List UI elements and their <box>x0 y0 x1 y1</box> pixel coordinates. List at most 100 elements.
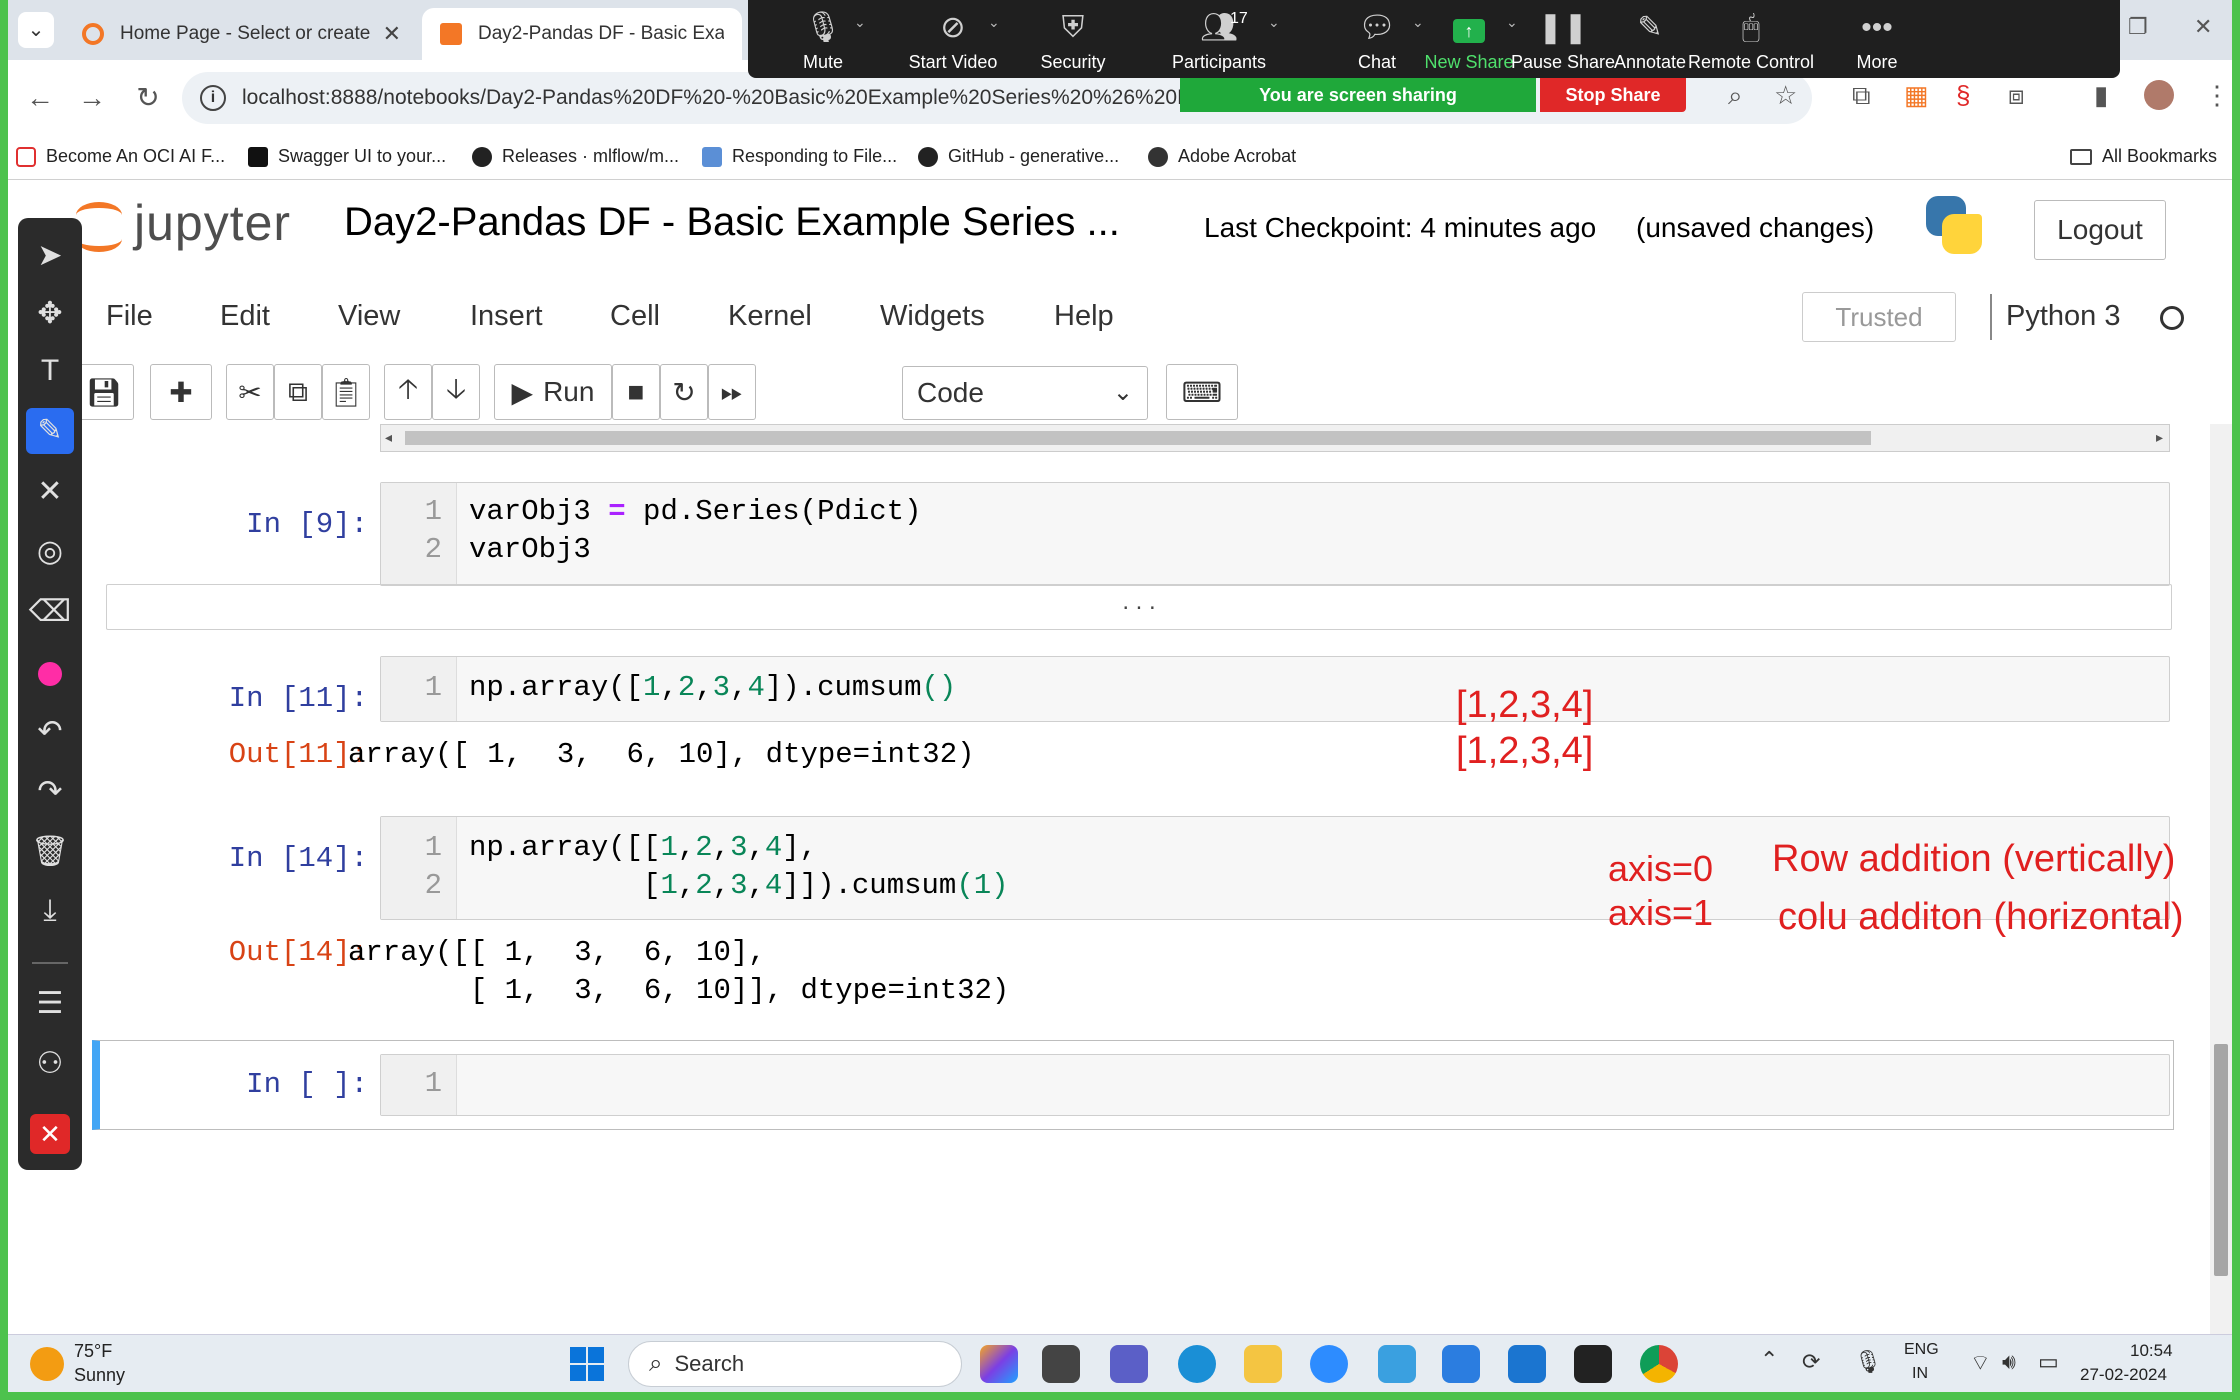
notebook-title[interactable]: Day2-Pandas DF - Basic Example Series ..… <box>344 200 1120 245</box>
cut-button[interactable]: ✂ <box>226 364 274 420</box>
terminal-icon[interactable] <box>1574 1345 1612 1383</box>
move-down-button[interactable]: 🡣 <box>432 364 480 420</box>
notepad-icon[interactable] <box>1442 1345 1480 1383</box>
zoom-magnifier-icon[interactable]: ⌕ <box>1728 80 1743 112</box>
trash-icon[interactable]: 🗑︎ <box>18 834 82 869</box>
copy-button[interactable]: ⧉ <box>274 364 322 420</box>
kernel-name[interactable]: Python 3 <box>2006 300 2120 333</box>
windows-start-icon[interactable] <box>570 1347 604 1381</box>
code-cell[interactable]: In [9]: 1 2 varObj3 = pd.Series(Pdict) v… <box>58 482 2176 586</box>
bookmark-item[interactable]: Releases · mlflow/m... <box>472 146 679 167</box>
weather-temperature[interactable]: 75°F <box>74 1341 112 1362</box>
side-panel-icon[interactable]: ▮ <box>2094 80 2108 111</box>
cell-type-select[interactable]: Code ⌄ <box>902 366 1148 420</box>
language-indicator[interactable]: ENG <box>1904 1341 1939 1359</box>
text-tool-icon[interactable]: T <box>18 354 82 388</box>
undo-icon[interactable]: ↶ <box>18 714 82 749</box>
mute-button[interactable]: 🎙︎ Mute ⌄ <box>748 8 898 73</box>
code-editor[interactable]: 1 np.array([1,2,3,4]).cumsum() <box>380 656 2170 722</box>
code-cell[interactable]: In [11]: 1 np.array([1,2,3,4]).cumsum() … <box>58 656 2176 786</box>
vertical-scrollbar[interactable] <box>2210 424 2232 1336</box>
language-region[interactable]: IN <box>1912 1365 1928 1383</box>
participants-button[interactable]: 👥︎ Participants 17 ⌄ <box>1144 8 1294 73</box>
save-button[interactable]: 💾︎ <box>74 364 134 420</box>
menu-insert[interactable]: Insert <box>470 300 543 333</box>
trusted-indicator[interactable]: Trusted <box>1802 292 1956 342</box>
file-explorer-icon[interactable] <box>1244 1345 1282 1383</box>
all-bookmarks[interactable]: All Bookmarks <box>2070 146 2217 167</box>
extension-icon[interactable]: ▦ <box>1904 80 1929 111</box>
code-editor[interactable]: 1 2 varObj3 = pd.Series(Pdict) varObj3 <box>380 482 2170 586</box>
zoom-app-icon[interactable] <box>1310 1345 1348 1383</box>
collapsed-output[interactable]: . . . <box>106 584 2172 630</box>
sync-icon[interactable]: ⟳ <box>1802 1349 1820 1375</box>
spotlight-icon[interactable]: ◎ <box>18 534 82 569</box>
bookmark-item[interactable]: Responding to File... <box>702 146 897 167</box>
menu-widgets[interactable]: Widgets <box>880 300 985 333</box>
weather-condition[interactable]: Sunny <box>74 1365 125 1386</box>
color-picker-icon[interactable] <box>38 662 62 686</box>
redo-icon[interactable]: ↷ <box>18 774 82 809</box>
menu-kernel[interactable]: Kernel <box>728 300 812 333</box>
jupyter-logo[interactable]: jupyter <box>74 194 291 252</box>
eraser-icon[interactable]: ⌫ <box>18 594 82 629</box>
user-settings-icon[interactable]: ⚇ <box>18 1046 82 1081</box>
more-button[interactable]: ••• More <box>1802 8 1952 73</box>
site-info-icon[interactable]: i <box>200 85 226 111</box>
logout-button[interactable]: Logout <box>2034 200 2166 260</box>
sun-weather-icon[interactable] <box>30 1347 64 1381</box>
menu-view[interactable]: View <box>338 300 400 333</box>
close-icon[interactable]: ✕ <box>30 1114 70 1154</box>
bookmark-item[interactable]: Swagger UI to your... <box>248 146 446 167</box>
extension-icon[interactable]: § <box>1956 80 1970 111</box>
browser-menu-icon[interactable]: ⋮ <box>2204 80 2230 111</box>
microphone-icon[interactable]: 🎙︎ <box>1854 1349 1882 1375</box>
close-window-icon[interactable]: ✕ <box>2194 14 2212 40</box>
menu-help[interactable]: Help <box>1054 300 1114 333</box>
show-hidden-icons-icon[interactable]: ⌃ <box>1760 1347 1778 1373</box>
scrollbar-thumb[interactable] <box>405 431 1871 445</box>
copilot-icon[interactable] <box>980 1345 1018 1383</box>
mouse-pointer-icon[interactable]: ➤ <box>18 238 82 273</box>
pencil-icon[interactable]: ✎ <box>26 408 74 454</box>
clock-time[interactable]: 10:54 <box>2130 1341 2173 1361</box>
restore-window-icon[interactable]: ❐ <box>2128 14 2148 40</box>
taskbar-search[interactable]: ⌕ Search <box>628 1341 962 1387</box>
task-view-icon[interactable] <box>1042 1345 1080 1383</box>
tab-home-page[interactable]: Home Page - Select or create a ✕ <box>64 8 419 60</box>
save-download-icon[interactable]: ⤓ <box>18 894 82 928</box>
close-tab-icon[interactable]: ✕ <box>383 21 401 47</box>
edge-icon[interactable] <box>1178 1345 1216 1383</box>
app-icon[interactable] <box>1378 1345 1416 1383</box>
stop-share-button[interactable]: Stop Share <box>1540 78 1686 112</box>
back-icon[interactable]: ← <box>20 78 60 118</box>
menu-cell[interactable]: Cell <box>610 300 660 333</box>
code-cell[interactable]: In [ ]: 1 <box>58 1054 2176 1120</box>
bookmark-star-icon[interactable]: ☆ <box>1774 80 1797 111</box>
scroll-left-icon[interactable]: ◂ <box>385 429 392 446</box>
bookmark-item[interactable]: Adobe Acrobat <box>1148 146 1296 167</box>
forward-icon[interactable]: → <box>72 78 112 118</box>
tab-search-dropdown-icon[interactable]: ⌄ <box>18 12 54 48</box>
chevron-down-icon[interactable]: ⌄ <box>854 14 866 31</box>
teams-icon[interactable] <box>1110 1345 1148 1383</box>
bookmark-item[interactable]: Become An OCI AI F... <box>16 146 225 167</box>
menu-file[interactable]: File <box>106 300 153 333</box>
security-button[interactable]: ⛨ Security <box>998 8 1148 73</box>
command-palette-button[interactable]: ⌨ <box>1166 364 1238 420</box>
menu-icon[interactable]: ☰ <box>18 986 82 1021</box>
code-editor[interactable]: 1 <box>380 1054 2170 1116</box>
paste-button[interactable]: 📋︎ <box>322 364 370 420</box>
wifi-icon[interactable]: ⌔ <box>1970 1349 1991 1377</box>
restart-run-all-button[interactable]: ⏩︎ <box>708 364 756 420</box>
insert-cell-button[interactable]: ✚ <box>150 364 212 420</box>
clock-date[interactable]: 27-02-2024 <box>2080 1365 2167 1385</box>
volume-icon[interactable]: 🔊︎ <box>2002 1349 2016 1375</box>
scrollbar-thumb[interactable] <box>2214 1044 2228 1276</box>
extension-icon[interactable]: ⧉ <box>1852 80 1871 112</box>
stamp-x-icon[interactable]: ✕ <box>18 474 82 509</box>
reload-icon[interactable]: ↻ <box>128 78 168 118</box>
puzzle-extensions-icon[interactable]: ⧈ <box>2008 80 2025 112</box>
horizontal-scrollbar[interactable]: ◂ ▸ <box>380 424 2170 452</box>
menu-edit[interactable]: Edit <box>220 300 270 333</box>
